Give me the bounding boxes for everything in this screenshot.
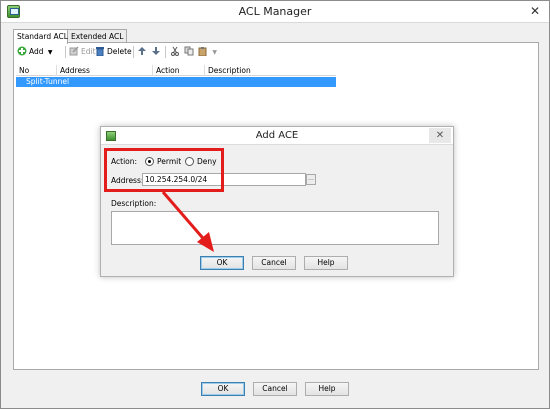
add-button[interactable]: Add ▼ bbox=[17, 45, 53, 59]
annotation-highlight-box bbox=[104, 148, 224, 192]
scissors-icon bbox=[170, 46, 180, 56]
paste-icon bbox=[198, 46, 208, 57]
copy-button[interactable] bbox=[184, 45, 196, 59]
column-header-address[interactable]: Address bbox=[56, 65, 152, 76]
close-icon[interactable]: ✕ bbox=[527, 4, 543, 18]
toolbar-divider bbox=[133, 46, 134, 58]
move-up-button[interactable] bbox=[137, 45, 149, 59]
window-title: ACL Manager bbox=[238, 5, 312, 18]
description-label: Description: bbox=[111, 199, 157, 208]
column-header-description[interactable]: Description bbox=[204, 65, 336, 76]
column-header-no[interactable]: No bbox=[16, 65, 56, 76]
chevron-down-icon[interactable]: ▼ bbox=[48, 49, 53, 56]
dialog-cancel-button[interactable]: Cancel bbox=[252, 256, 296, 270]
dialog-ok-button[interactable]: OK bbox=[200, 256, 244, 270]
cut-button[interactable] bbox=[170, 45, 182, 59]
help-button[interactable]: Help bbox=[305, 382, 349, 396]
chevron-down-icon[interactable]: ▼ bbox=[212, 49, 217, 56]
browse-button[interactable]: ... bbox=[306, 174, 316, 185]
move-down-button[interactable] bbox=[151, 45, 163, 59]
toolbar: Add ▼ Edit Delete ▼ bbox=[13, 44, 533, 60]
edit-icon bbox=[69, 46, 79, 56]
edit-button[interactable]: Edit bbox=[69, 45, 96, 59]
tab-standard-acl[interactable]: Standard ACL bbox=[13, 29, 68, 44]
dialog-title: Add ACE bbox=[255, 130, 299, 141]
dialog-title-bar[interactable]: Add ACE ✕ bbox=[101, 127, 453, 145]
arrow-up-icon bbox=[137, 46, 147, 56]
tab-extended-acl[interactable]: Extended ACL bbox=[67, 29, 127, 43]
add-label: Add bbox=[29, 47, 44, 56]
delete-label: Delete bbox=[107, 47, 132, 56]
dialog-help-button[interactable]: Help bbox=[304, 256, 348, 270]
arrow-down-icon bbox=[151, 46, 161, 56]
toolbar-divider bbox=[65, 46, 66, 58]
ok-button[interactable]: OK bbox=[201, 382, 245, 396]
toolbar-divider bbox=[165, 46, 166, 58]
close-icon[interactable]: ✕ bbox=[429, 128, 451, 143]
edit-label: Edit bbox=[81, 47, 96, 56]
title-bar[interactable]: ACL Manager ✕ bbox=[1, 1, 549, 23]
list-item[interactable]: Split-Tunnel bbox=[16, 77, 336, 87]
paste-button[interactable]: ▼ bbox=[198, 45, 217, 59]
list-header: No Address Action Description bbox=[16, 65, 336, 76]
trash-icon bbox=[95, 46, 105, 57]
delete-button[interactable]: Delete bbox=[95, 45, 132, 59]
description-field[interactable] bbox=[111, 211, 439, 245]
copy-icon bbox=[184, 46, 194, 56]
plus-icon bbox=[17, 46, 27, 56]
cancel-button[interactable]: Cancel bbox=[253, 382, 297, 396]
column-header-action[interactable]: Action bbox=[152, 65, 204, 76]
